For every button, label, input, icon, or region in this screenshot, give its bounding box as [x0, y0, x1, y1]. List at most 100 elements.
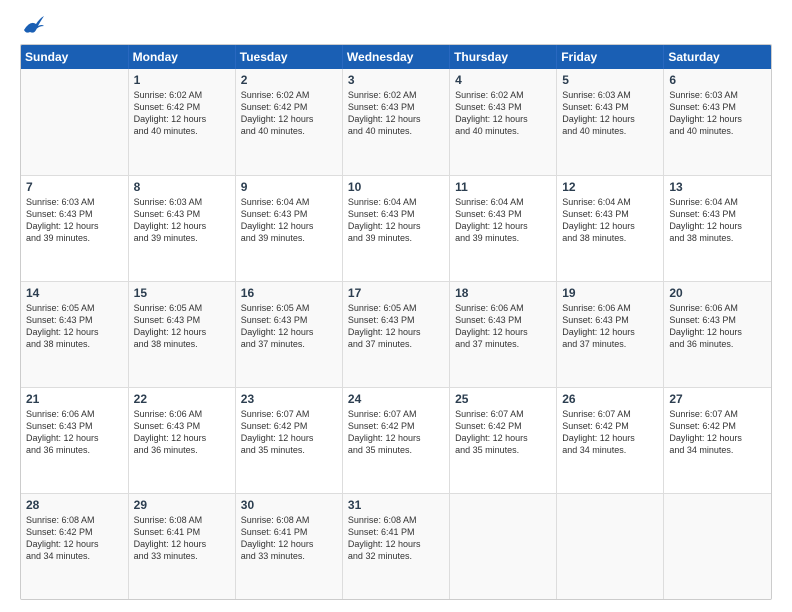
cell-info: Sunrise: 6:05 AM Sunset: 6:43 PM Dayligh…	[26, 302, 123, 351]
date-number: 29	[134, 498, 230, 512]
date-number: 18	[455, 286, 551, 300]
calendar-table: SundayMondayTuesdayWednesdayThursdayFrid…	[21, 45, 771, 599]
calendar-cell: 11 Sunrise: 6:04 AM Sunset: 6:43 PM Dayli…	[450, 175, 557, 281]
date-number: 5	[562, 73, 658, 87]
calendar-cell: 15Sunrise: 6:05 AM Sunset: 6:43 PM Dayli…	[128, 281, 235, 387]
date-number: 1	[134, 73, 230, 87]
cell-info: Sunrise: 6:03 AM Sunset: 6:43 PM Dayligh…	[134, 196, 230, 245]
logo-text	[20, 16, 44, 34]
calendar-cell: 14 Sunrise: 6:05 AM Sunset: 6:43 PM Dayli…	[21, 281, 128, 387]
logo-bird-icon	[22, 16, 44, 34]
cell-info: Sunrise: 6:08 AM Sunset: 6:41 PM Dayligh…	[348, 514, 444, 563]
cell-info: Sunrise: 6:06 AM Sunset: 6:43 PM Dayligh…	[669, 302, 766, 351]
week-row: 28 Sunrise: 6:08 AM Sunset: 6:42 PM Dayli…	[21, 493, 771, 599]
cell-info: Sunrise: 6:05 AM Sunset: 6:43 PM Dayligh…	[241, 302, 337, 351]
calendar-cell: 22Sunrise: 6:06 AM Sunset: 6:43 PM Dayli…	[128, 387, 235, 493]
cell-info: Sunrise: 6:04 AM Sunset: 6:43 PM Dayligh…	[669, 196, 766, 245]
date-number: 13	[669, 180, 766, 194]
calendar-cell: 21 Sunrise: 6:06 AM Sunset: 6:43 PM Dayli…	[21, 387, 128, 493]
calendar-cell: 31 Sunrise: 6:08 AM Sunset: 6:41 PM Dayli…	[342, 493, 449, 599]
day-header-cell: Friday	[557, 45, 664, 69]
calendar-cell: 19Sunrise: 6:06 AM Sunset: 6:43 PM Dayli…	[557, 281, 664, 387]
calendar-cell: 16 Sunrise: 6:05 AM Sunset: 6:43 PM Dayli…	[235, 281, 342, 387]
cell-info: Sunrise: 6:07 AM Sunset: 6:42 PM Dayligh…	[455, 408, 551, 457]
calendar-cell: 20Sunrise: 6:06 AM Sunset: 6:43 PM Dayli…	[664, 281, 771, 387]
week-row: 14 Sunrise: 6:05 AM Sunset: 6:43 PM Dayli…	[21, 281, 771, 387]
calendar-cell: 18Sunrise: 6:06 AM Sunset: 6:43 PM Dayli…	[450, 281, 557, 387]
calendar-cell	[557, 493, 664, 599]
calendar-cell: 4 Sunrise: 6:02 AM Sunset: 6:43 PM Daylig…	[450, 69, 557, 175]
date-number: 4	[455, 73, 551, 87]
date-number: 9	[241, 180, 337, 194]
day-header-cell: Tuesday	[235, 45, 342, 69]
cell-info: Sunrise: 6:04 AM Sunset: 6:43 PM Dayligh…	[241, 196, 337, 245]
logo	[20, 16, 44, 34]
date-number: 26	[562, 392, 658, 406]
date-number: 8	[134, 180, 230, 194]
calendar-cell: 23 Sunrise: 6:07 AM Sunset: 6:42 PM Dayli…	[235, 387, 342, 493]
week-row: 7 Sunrise: 6:03 AM Sunset: 6:43 PM Daylig…	[21, 175, 771, 281]
date-number: 31	[348, 498, 444, 512]
cell-info: Sunrise: 6:06 AM Sunset: 6:43 PM Dayligh…	[26, 408, 123, 457]
week-row: 1 Sunrise: 6:02 AM Sunset: 6:42 PM Daylig…	[21, 69, 771, 175]
calendar-cell	[664, 493, 771, 599]
date-number: 22	[134, 392, 230, 406]
calendar-cell	[21, 69, 128, 175]
date-number: 7	[26, 180, 123, 194]
cell-info: Sunrise: 6:07 AM Sunset: 6:42 PM Dayligh…	[562, 408, 658, 457]
calendar-body: 1 Sunrise: 6:02 AM Sunset: 6:42 PM Daylig…	[21, 69, 771, 599]
cell-info: Sunrise: 6:02 AM Sunset: 6:43 PM Dayligh…	[348, 89, 444, 138]
day-header-cell: Sunday	[21, 45, 128, 69]
calendar-cell: 2 Sunrise: 6:02 AM Sunset: 6:42 PM Daylig…	[235, 69, 342, 175]
calendar-cell: 28 Sunrise: 6:08 AM Sunset: 6:42 PM Dayli…	[21, 493, 128, 599]
cell-info: Sunrise: 6:04 AM Sunset: 6:43 PM Dayligh…	[455, 196, 551, 245]
week-row: 21 Sunrise: 6:06 AM Sunset: 6:43 PM Dayli…	[21, 387, 771, 493]
date-number: 17	[348, 286, 444, 300]
date-number: 14	[26, 286, 123, 300]
date-number: 10	[348, 180, 444, 194]
date-number: 2	[241, 73, 337, 87]
day-header-cell: Monday	[128, 45, 235, 69]
calendar-cell: 17 Sunrise: 6:05 AM Sunset: 6:43 PM Dayli…	[342, 281, 449, 387]
date-number: 24	[348, 392, 444, 406]
date-number: 21	[26, 392, 123, 406]
calendar-cell: 29 Sunrise: 6:08 AM Sunset: 6:41 PM Dayli…	[128, 493, 235, 599]
date-number: 3	[348, 73, 444, 87]
date-number: 12	[562, 180, 658, 194]
calendar-cell: 9 Sunrise: 6:04 AM Sunset: 6:43 PM Daylig…	[235, 175, 342, 281]
date-number: 6	[669, 73, 766, 87]
calendar-cell: 25 Sunrise: 6:07 AM Sunset: 6:42 PM Dayli…	[450, 387, 557, 493]
day-header-row: SundayMondayTuesdayWednesdayThursdayFrid…	[21, 45, 771, 69]
date-number: 25	[455, 392, 551, 406]
day-header-cell: Wednesday	[342, 45, 449, 69]
date-number: 28	[26, 498, 123, 512]
calendar-cell: 5 Sunrise: 6:03 AM Sunset: 6:43 PM Daylig…	[557, 69, 664, 175]
cell-info: Sunrise: 6:08 AM Sunset: 6:42 PM Dayligh…	[26, 514, 123, 563]
day-header-cell: Thursday	[450, 45, 557, 69]
calendar-cell: 12 Sunrise: 6:04 AM Sunset: 6:43 PM Dayli…	[557, 175, 664, 281]
cell-info: Sunrise: 6:04 AM Sunset: 6:43 PM Dayligh…	[562, 196, 658, 245]
date-number: 11	[455, 180, 551, 194]
day-header-cell: Saturday	[664, 45, 771, 69]
date-number: 16	[241, 286, 337, 300]
date-number: 23	[241, 392, 337, 406]
calendar-cell: 8 Sunrise: 6:03 AM Sunset: 6:43 PM Daylig…	[128, 175, 235, 281]
cell-info: Sunrise: 6:03 AM Sunset: 6:43 PM Dayligh…	[26, 196, 123, 245]
calendar: SundayMondayTuesdayWednesdayThursdayFrid…	[20, 44, 772, 600]
cell-info: Sunrise: 6:02 AM Sunset: 6:43 PM Dayligh…	[455, 89, 551, 138]
calendar-cell: 24Sunrise: 6:07 AM Sunset: 6:42 PM Dayli…	[342, 387, 449, 493]
date-number: 30	[241, 498, 337, 512]
cell-info: Sunrise: 6:02 AM Sunset: 6:42 PM Dayligh…	[134, 89, 230, 138]
cell-info: Sunrise: 6:08 AM Sunset: 6:41 PM Dayligh…	[134, 514, 230, 563]
cell-info: Sunrise: 6:05 AM Sunset: 6:43 PM Dayligh…	[348, 302, 444, 351]
calendar-cell: 13 Sunrise: 6:04 AM Sunset: 6:43 PM Dayli…	[664, 175, 771, 281]
calendar-cell: 7 Sunrise: 6:03 AM Sunset: 6:43 PM Daylig…	[21, 175, 128, 281]
cell-info: Sunrise: 6:08 AM Sunset: 6:41 PM Dayligh…	[241, 514, 337, 563]
date-number: 27	[669, 392, 766, 406]
cell-info: Sunrise: 6:03 AM Sunset: 6:43 PM Dayligh…	[562, 89, 658, 138]
calendar-cell: 1 Sunrise: 6:02 AM Sunset: 6:42 PM Daylig…	[128, 69, 235, 175]
cell-info: Sunrise: 6:07 AM Sunset: 6:42 PM Dayligh…	[241, 408, 337, 457]
cell-info: Sunrise: 6:04 AM Sunset: 6:43 PM Dayligh…	[348, 196, 444, 245]
cell-info: Sunrise: 6:02 AM Sunset: 6:42 PM Dayligh…	[241, 89, 337, 138]
calendar-cell: 3 Sunrise: 6:02 AM Sunset: 6:43 PM Daylig…	[342, 69, 449, 175]
